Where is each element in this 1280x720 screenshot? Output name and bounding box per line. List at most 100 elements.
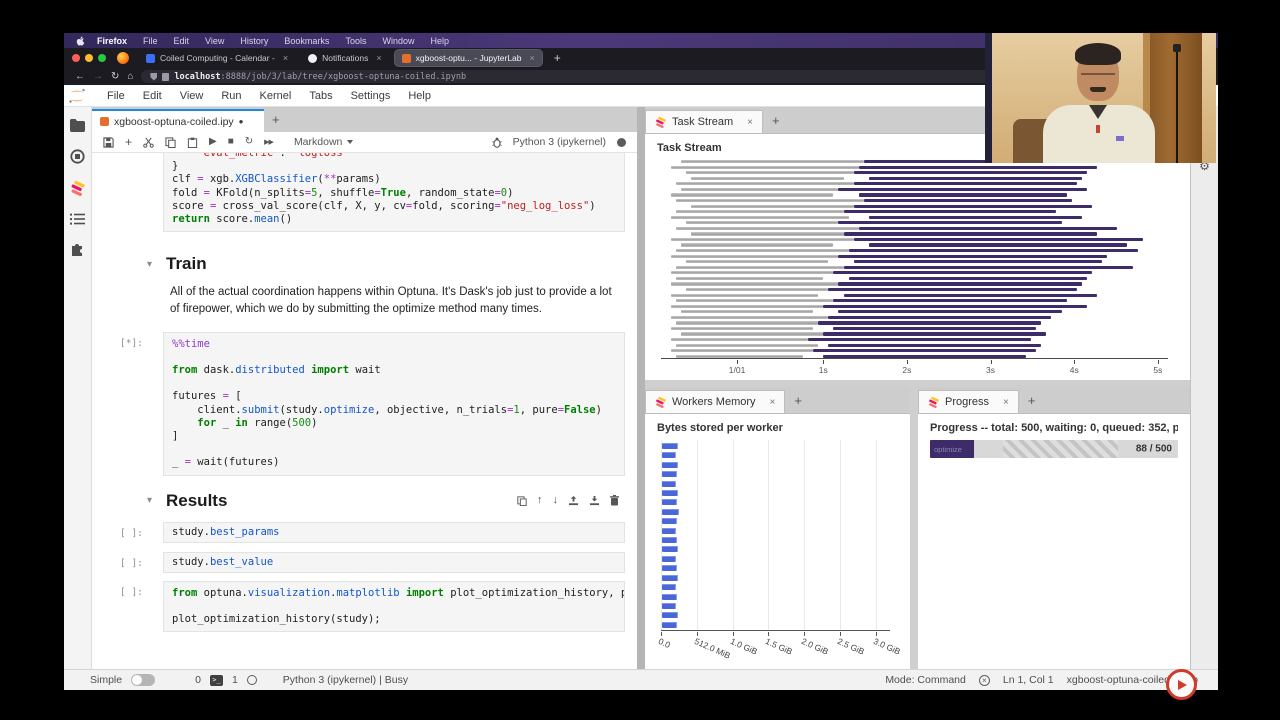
restart-run-all-icon[interactable]: ▶▶ [264,139,273,146]
cut-cells-icon[interactable] [143,137,154,148]
page-info-icon[interactable] [162,73,169,81]
code-cell[interactable]: "eval_metric": "logloss"}clf = xgb.XGBCl… [107,153,633,232]
insert-cell-below-icon[interactable] [589,496,600,506]
cursor-position[interactable]: Ln 1, Col 1 [1003,674,1054,686]
macos-menu-item[interactable]: Window [374,36,422,46]
close-tab-icon[interactable]: × [283,53,288,63]
progress-tab[interactable]: Progress × [918,390,1019,413]
dask-icon[interactable] [70,181,85,196]
back-button[interactable]: ← [75,72,85,82]
paste-cells-icon[interactable] [187,137,198,148]
cell-editor[interactable]: study.best_params [163,522,625,543]
kernel-status-icon[interactable] [247,675,257,685]
minimize-window-button[interactable] [85,54,93,62]
close-tab-icon[interactable]: × [770,397,776,408]
jupyter-menu-item[interactable]: Help [399,90,440,102]
reload-button[interactable]: ↻ [111,72,119,82]
table-of-contents-icon[interactable] [70,213,85,225]
macos-menu-item[interactable]: History [232,36,276,46]
browser-tab-calendar[interactable]: Coiled Computing - Calendar - × [139,50,295,66]
jupyter-menu-item[interactable]: File [98,90,134,102]
move-cell-up-icon[interactable]: ↑ [537,495,543,506]
delete-cell-icon[interactable] [610,495,619,506]
code-cell[interactable]: [*]: %%time from dask.distributed import… [107,332,633,476]
forward-button[interactable]: → [93,72,103,82]
browser-tab-notifications[interactable]: Notifications × [301,50,389,66]
close-window-button[interactable] [72,54,80,62]
compute-task-bar [869,177,1082,180]
file-browser-icon[interactable] [70,119,85,132]
menubar-app-name[interactable]: Firefox [89,36,135,46]
calendar-icon [146,54,155,63]
macos-menu-item[interactable]: Bookmarks [276,36,337,46]
mode-indicator[interactable]: Mode: Command [885,674,966,686]
copy-cells-icon[interactable] [165,137,176,148]
cell-editor[interactable]: %%time from dask.distributed import wait… [163,332,625,476]
duplicate-cell-icon[interactable] [517,496,527,506]
macos-menu-item[interactable]: Edit [166,36,198,46]
jupyter-menu-item[interactable]: Run [212,90,250,102]
jupyter-menu-item[interactable]: Settings [342,90,400,102]
jupyter-menu-item[interactable]: Kernel [251,90,301,102]
new-tab-button[interactable]: + [785,393,811,408]
insert-cell-above-icon[interactable] [568,496,579,506]
kernel-name[interactable]: Python 3 (ipykernel) [513,136,606,148]
macos-menu-item[interactable]: Help [422,36,457,46]
new-tab-button[interactable]: + [763,113,789,128]
running-kernels-icon[interactable] [70,149,85,164]
code-cell[interactable]: [ ]: study.best_value [107,552,633,573]
new-tab-button[interactable]: + [1019,393,1045,408]
cell-editor[interactable]: "eval_metric": "logloss"}clf = xgb.XGBCl… [163,153,625,232]
task-stream-content: Task Stream 1/011s2s3s4s5s [645,133,1190,380]
task-stream-row [661,255,1168,258]
browser-tab-jupyterlab[interactable]: xgboost-optu... - JupyterLab × [395,50,542,66]
restart-kernel-icon[interactable]: ↻ [245,137,253,147]
collapse-arrow-icon[interactable]: ▾ [147,259,152,270]
jupyter-menu-item[interactable]: Edit [134,90,171,102]
simple-mode-toggle[interactable] [131,674,155,686]
workers-memory-tab[interactable]: Workers Memory × [645,390,785,413]
close-tab-icon[interactable]: × [1003,397,1009,408]
task-stream-tab[interactable]: Task Stream × [645,110,763,133]
jupyter-menu-item[interactable]: View [171,90,213,102]
move-cell-down-icon[interactable]: ↓ [553,495,559,506]
collapse-arrow-icon[interactable]: ▾ [147,495,152,506]
cell-editor[interactable]: study.best_value [163,552,625,573]
kernel-status-text[interactable]: Python 3 (ipykernel) | Busy [283,674,408,686]
close-tab-icon[interactable]: × [376,53,381,63]
save-icon[interactable] [103,137,114,148]
jupyter-menu-item[interactable]: Tabs [300,90,341,102]
macos-menu-item[interactable]: Tools [337,36,374,46]
extensions-puzzle-icon[interactable] [70,242,85,257]
home-button[interactable]: ⌂ [127,72,133,82]
code-cell[interactable]: [ ]: study.best_params [107,522,633,543]
jacket-label [1116,136,1124,141]
circle-x-icon[interactable]: × [979,675,990,686]
unsaved-changes-dot[interactable]: ● [239,117,244,126]
play-button-overlay[interactable] [1166,669,1197,700]
shield-icon[interactable] [150,73,157,81]
notebook-document-tab[interactable]: xgboost-optuna-coiled.ipy ● [92,109,264,132]
new-tab-button[interactable]: + [548,51,567,65]
notebook-scroll-area[interactable]: "eval_metric": "logloss"}clf = xgb.XGBCl… [92,153,637,669]
code-cell[interactable]: [ ]: from optuna.visualization.matplotli… [107,581,633,633]
compute-task-bar [854,182,1077,185]
new-launcher-button[interactable]: + [264,112,288,127]
task-stream-chart[interactable]: 1/011s2s3s4s5s [657,160,1178,376]
terminal-icon[interactable]: >_ [210,675,223,686]
markdown-heading-cell[interactable]: ▾ Results ↑ ↓ [107,491,633,511]
close-tab-icon[interactable]: × [747,117,753,128]
macos-menu-item[interactable]: File [135,36,166,46]
insert-cell-icon[interactable]: + [125,136,132,148]
markdown-heading-cell[interactable]: ▾ Train [107,254,633,274]
cell-type-dropdown[interactable]: Markdown [294,136,353,148]
cell-editor[interactable]: from optuna.visualization.matplotlib imp… [163,581,625,633]
macos-menu-item[interactable]: View [197,36,232,46]
panel-split-handle[interactable] [637,107,645,669]
close-tab-icon[interactable]: × [530,53,535,63]
run-cell-icon[interactable]: ▶ [209,137,217,147]
workers-memory-chart[interactable]: 0.0512.0 MiB1.0 GiB1.5 GiB2.0 GiB2.5 GiB… [659,440,896,665]
stop-kernel-icon[interactable]: ■ [228,137,234,147]
maximize-window-button[interactable] [98,54,106,62]
debugger-bug-icon[interactable] [492,137,502,148]
